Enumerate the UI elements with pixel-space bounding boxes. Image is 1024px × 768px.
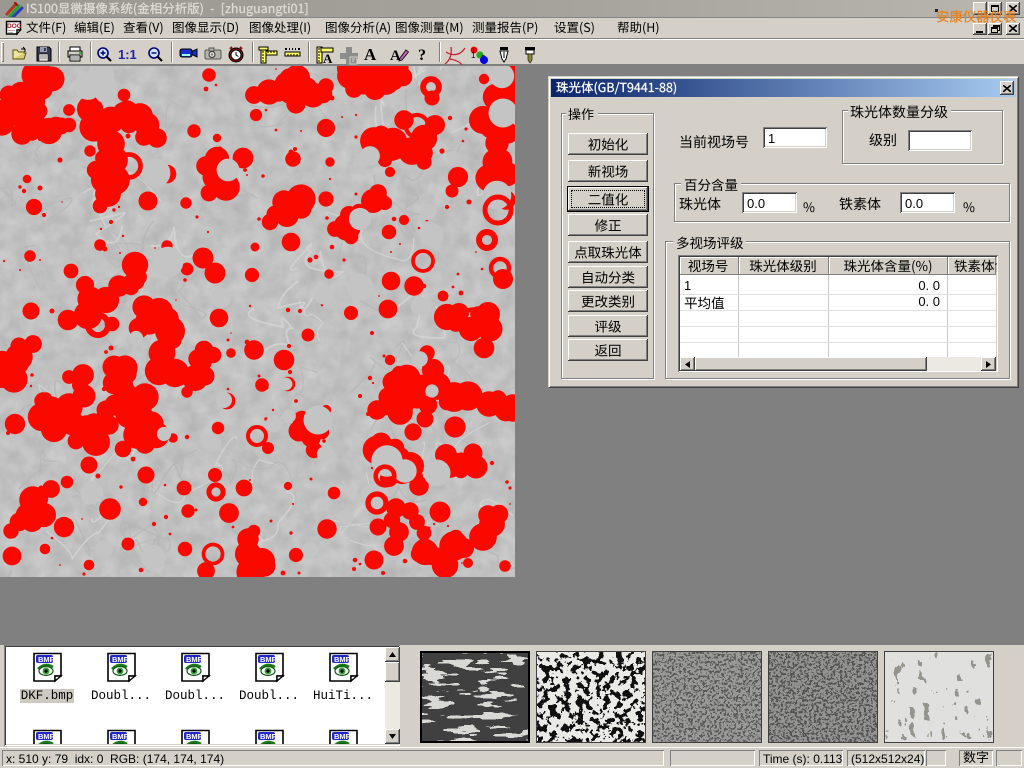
svg-text:BMP: BMP bbox=[334, 732, 351, 741]
svg-text:A: A bbox=[364, 46, 377, 62]
svg-text:BMP: BMP bbox=[260, 655, 277, 664]
svg-text:BMP: BMP bbox=[260, 732, 277, 741]
svg-text:1: 1 bbox=[471, 51, 476, 60]
svg-text:?: ? bbox=[418, 47, 426, 62]
svg-text:1:1: 1:1 bbox=[118, 47, 137, 62]
svg-text:DOC: DOC bbox=[7, 23, 22, 30]
svg-text:BMP: BMP bbox=[112, 655, 129, 664]
svg-text:A: A bbox=[323, 51, 333, 64]
svg-text:BMP: BMP bbox=[334, 655, 351, 664]
svg-text:BMP: BMP bbox=[112, 732, 129, 741]
svg-text:BMP: BMP bbox=[186, 655, 203, 664]
svg-text:BMP: BMP bbox=[186, 732, 203, 741]
svg-text:BMP: BMP bbox=[38, 655, 55, 664]
svg-text:BMP: BMP bbox=[38, 732, 55, 741]
